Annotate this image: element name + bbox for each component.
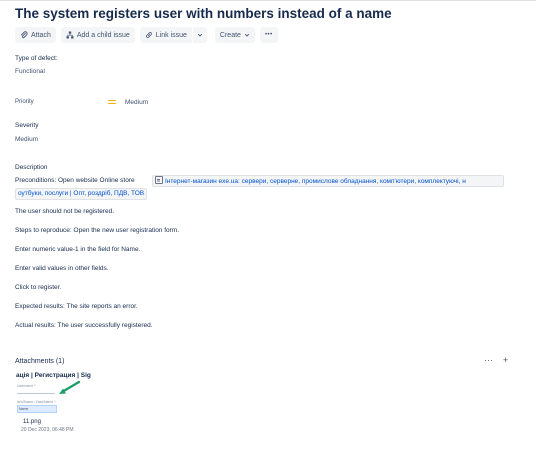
thumbnail-field-value: Name [19,406,29,411]
attachment-file-name: 11.png [23,419,41,425]
link-issue-label: Link issue [155,31,187,39]
webpage-icon [155,176,163,184]
attach-label: Attach [31,31,51,39]
thumbnail-field-highlighted: Name [17,405,57,413]
attachment-card[interactable]: ація | Регистрация | Sig Username * Ім'я… [15,370,100,436]
type-of-defect-label: Type of defect: [15,55,58,62]
store-link-text-1: Інтернет-магазин exe.ua: сервери, сервер… [165,178,466,185]
add-attachment-button[interactable]: + [503,355,508,365]
description-line: The user should not be registered. [15,208,115,215]
arrow-icon [59,380,81,394]
link-icon [145,32,152,38]
description-line: Click to register. [15,284,62,291]
severity-value[interactable]: Medium [15,136,38,143]
attachment-thumbnail[interactable]: ація | Регистрация | Sig Username * Ім'я… [15,370,100,416]
thumbnail-field [17,388,55,394]
thumbnail-field-label: Ім'я/Name / Имя/Name * [17,400,56,404]
priority-value[interactable]: Medium [125,99,148,106]
chevron-down-icon [197,33,203,37]
store-smart-link[interactable]: Інтернет-магазин exe.ua: сервери, сервер… [152,175,504,187]
add-child-label: Add a child issue [76,31,130,39]
description-line: Enter numeric value-1 in the field for N… [15,246,141,253]
store-link-text-2: оутбуки, послуги | Опт, роздріб, ПДВ, ТО… [18,190,145,197]
chevron-down-icon [244,33,250,37]
priority-medium-icon [108,99,116,105]
thumbnail-title: ація | Регистрация | Sig [16,372,91,379]
attachments-title: Attachments (1) [15,358,65,365]
priority-label: Priority [15,99,34,105]
issue-title[interactable]: The system registers user with numbers i… [15,6,392,21]
description-label: Description [15,164,48,171]
more-actions-button[interactable]: ••• [259,27,278,43]
add-child-issue-button[interactable]: Add a child issue [60,27,135,43]
attachments-more-button[interactable]: ··· [484,355,493,365]
description-line: Enter valid values in other fields. [15,265,109,272]
description-line: Actual results: The user successfully re… [15,322,153,329]
priority-field: Priority Medium [15,98,215,108]
link-issue-split: Link issue [139,27,207,43]
attachment-date: 20 Dec 2023, 06:48 PM [21,427,74,433]
hierarchy-icon [66,31,74,39]
link-issue-dropdown-button[interactable] [192,27,207,43]
description-line: Expected results: The site reports an er… [15,303,138,310]
create-button[interactable]: Create [214,27,255,43]
create-label: Create [219,31,241,39]
top-divider [0,0,536,1]
issue-toolbar: Attach Add a child issue Link issue Crea… [15,27,278,43]
link-issue-button[interactable]: Link issue [139,27,192,43]
store-smart-link-continued[interactable]: оутбуки, послуги | Опт, роздріб, ПДВ, ТО… [15,188,148,200]
preconditions-text: Preconditions: Open website Online store [15,177,135,184]
description-line: Steps to reproduce: Open the new user re… [15,227,180,234]
attach-button[interactable]: Attach [15,27,56,43]
paperclip-icon [20,31,28,39]
more-actions-label: ••• [264,32,273,38]
type-of-defect-value[interactable]: Functional [15,68,45,75]
attachments-actions: ··· + [484,355,508,365]
severity-label: Severity [15,122,39,129]
